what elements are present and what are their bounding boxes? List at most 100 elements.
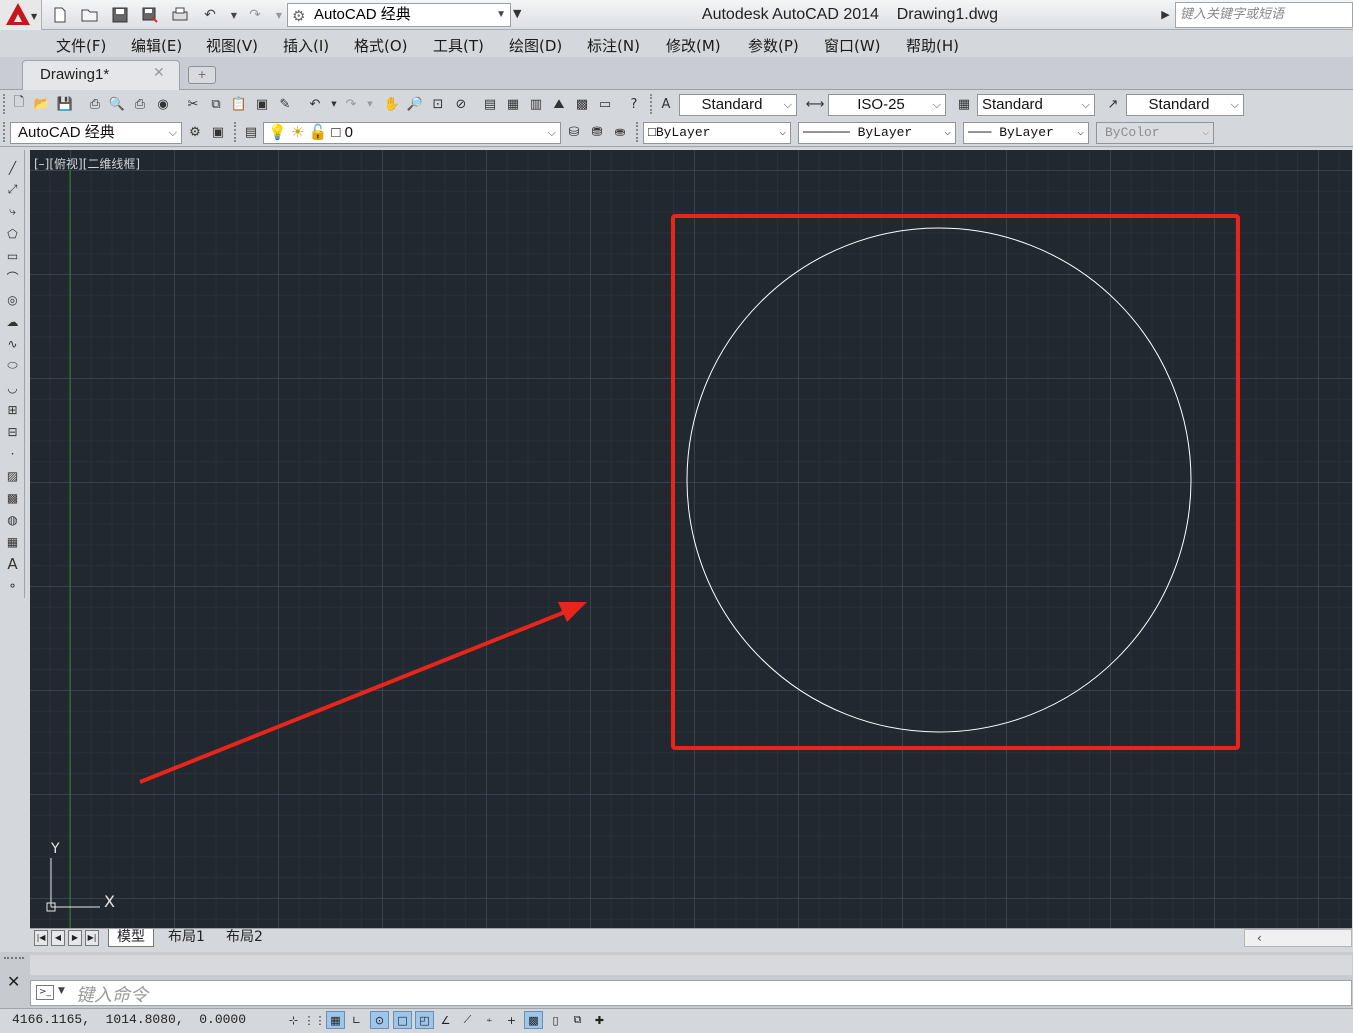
selection-cycling-icon[interactable]: ⧉ [568, 1011, 587, 1029]
line-icon[interactable]: ╱ [3, 158, 22, 177]
object-snap-tracking-icon[interactable]: ∠ [436, 1011, 455, 1029]
ortho-mode-icon[interactable]: ∟ [347, 1011, 366, 1029]
grid-display-icon[interactable]: ▦ [326, 1011, 345, 1029]
dynamic-ucs-icon[interactable]: ⟋ [458, 1011, 477, 1029]
layer-previous-icon[interactable]: ⛃ [588, 123, 606, 141]
zoom-window-icon[interactable]: ⊡ [429, 95, 447, 113]
polar-tracking-icon[interactable]: ⊙ [370, 1011, 389, 1029]
lineweight-display-icon[interactable]: + [502, 1011, 521, 1029]
close-icon[interactable]: ✕ [153, 65, 165, 81]
3d-object-snap-icon[interactable]: ◰ [415, 1011, 434, 1029]
save-icon[interactable]: 💾 [56, 95, 74, 113]
menu-draw[interactable]: 绘图(D) [509, 35, 562, 56]
copy-icon[interactable]: ⧉ [207, 95, 225, 113]
circle-icon[interactable]: ◎ [3, 290, 22, 309]
menu-insert[interactable]: 插入(I) [283, 35, 329, 56]
menu-tools[interactable]: 工具(T) [433, 35, 484, 56]
spline-icon[interactable]: ∿ [3, 334, 22, 353]
revision-cloud-icon[interactable]: ☁ [3, 312, 22, 331]
menu-edit[interactable]: 编辑(E) [131, 35, 182, 56]
chevron-down-icon[interactable]: ▼ [224, 5, 244, 25]
customize-quick-access-icon[interactable]: ▼ [513, 7, 521, 20]
new-icon[interactable] [50, 5, 70, 25]
hatch-icon[interactable]: ▨ [3, 466, 22, 485]
workspace-dropdown-toolbar[interactable]: AutoCAD 经典 ⌵ [10, 122, 182, 144]
point-icon[interactable]: · [3, 444, 22, 463]
layer-dropdown[interactable]: 💡 ☀ 🔓 □ 0 ⌵ [263, 122, 561, 144]
properties-icon[interactable]: ▤ [481, 95, 499, 113]
new-tab-button[interactable]: + [188, 66, 216, 84]
transparency-icon[interactable]: ▩ [524, 1011, 543, 1029]
ellipse-icon[interactable]: ⬭ [3, 356, 22, 375]
insert-block-icon[interactable]: ⊞ [3, 400, 22, 419]
region-icon[interactable]: ◍ [3, 510, 22, 529]
ellipse-arc-icon[interactable]: ◡ [3, 378, 22, 397]
undo-icon[interactable]: ↶ [200, 5, 220, 25]
color-dropdown[interactable]: □ByLayer ⌵ [643, 122, 791, 144]
rectangle-icon[interactable]: ▭ [3, 246, 22, 265]
menu-modify[interactable]: 修改(M) [666, 35, 721, 56]
cut-icon[interactable]: ✂ [184, 95, 202, 113]
calculator-icon[interactable]: ▭ [596, 95, 614, 113]
command-input[interactable]: 键入命令 [76, 981, 148, 1007]
text-style-icon[interactable]: A [657, 95, 675, 113]
infer-constraints-icon[interactable]: ⊹ [284, 1011, 303, 1029]
workspace-settings-icon[interactable]: ⚙ [186, 123, 204, 141]
search-expand-icon[interactable]: ▶ [1158, 2, 1173, 28]
new-icon[interactable]: 🗋 [10, 95, 28, 113]
pan-icon[interactable]: ✋ [383, 95, 401, 113]
3d-dwf-icon[interactable]: ◉ [154, 95, 172, 113]
open-icon[interactable]: 📂 [33, 95, 51, 113]
design-center-icon[interactable]: ▦ [504, 95, 522, 113]
multileader-style-icon[interactable]: ↗ [1104, 95, 1122, 113]
close-icon[interactable]: ✕ [7, 972, 20, 991]
chevron-down-icon[interactable]: ▼ [361, 95, 379, 113]
lineweight-dropdown[interactable]: ─── ByLayer ⌵ [963, 122, 1089, 144]
table-icon[interactable]: ▦ [3, 532, 22, 551]
add-selected-icon[interactable]: ⚬ [3, 576, 22, 595]
markup-icon[interactable]: ▩ [573, 95, 591, 113]
chevron-down-icon[interactable]: ▼ [58, 986, 65, 996]
workspace-dropdown[interactable]: ⚙ AutoCAD 经典 ▼ [287, 3, 511, 27]
paste-icon[interactable]: 📋 [230, 95, 248, 113]
redo-icon[interactable]: ↷ [342, 95, 360, 113]
zoom-realtime-icon[interactable]: 🔎 [406, 95, 424, 113]
last-layout-icon[interactable]: ▶| [85, 930, 99, 946]
chevron-down-icon[interactable]: ▼ [269, 5, 289, 25]
sheet-set-icon[interactable]: ⛰ [550, 95, 568, 113]
tab-layout2[interactable]: 布局2 [218, 929, 271, 947]
multileader-style-dropdown[interactable]: Standard ⌵ [1126, 94, 1244, 116]
arc-icon[interactable]: ⌒ [3, 268, 22, 287]
multiline-text-icon[interactable]: A [3, 554, 22, 573]
layer-states-icon[interactable]: ⛂ [611, 123, 629, 141]
quick-properties-icon[interactable]: ▯ [546, 1011, 565, 1029]
tab-model[interactable]: 模型 [108, 929, 154, 947]
gradient-icon[interactable]: ▩ [3, 488, 22, 507]
coordinate-readout[interactable]: 4166.1165, 1014.8080, 0.0000 [12, 1012, 246, 1027]
snap-mode-icon[interactable]: ⋮⋮ [304, 1011, 326, 1029]
search-input[interactable]: 键入关键字或短语 [1175, 2, 1353, 28]
make-current-layer-icon[interactable]: ⛁ [565, 123, 583, 141]
zoom-previous-icon[interactable]: ⊘ [452, 95, 470, 113]
plot-icon[interactable]: ⎙ [86, 95, 104, 113]
match-properties-icon[interactable]: ▣ [253, 95, 271, 113]
application-menu-button[interactable]: ▼ [0, 0, 42, 30]
dim-style-dropdown[interactable]: ISO-25 ⌵ [828, 94, 946, 116]
help-icon[interactable]: ? [625, 95, 643, 113]
menu-parametric[interactable]: 参数(P) [748, 35, 799, 56]
menu-file[interactable]: 文件(F) [56, 35, 106, 56]
dim-style-icon[interactable]: ⟷ [806, 95, 825, 113]
make-block-icon[interactable]: ⊟ [3, 422, 22, 441]
plot-preview-icon[interactable]: 🔍 [108, 95, 126, 113]
menu-help[interactable]: 帮助(H) [906, 35, 959, 56]
next-layout-icon[interactable]: ▶ [68, 930, 82, 946]
annotation-monitor-icon[interactable]: ✚ [590, 1011, 609, 1029]
menu-window[interactable]: 窗口(W) [824, 35, 881, 56]
command-prompt-icon[interactable]: >_ [36, 985, 54, 1000]
table-style-dropdown[interactable]: Standard ⌵ [977, 94, 1095, 116]
object-snap-icon[interactable]: □ [393, 1011, 412, 1029]
previous-layout-icon[interactable]: ◀ [51, 930, 65, 946]
layer-manager-icon[interactable]: ▤ [242, 123, 260, 141]
table-style-icon[interactable]: ▦ [955, 95, 973, 113]
polyline-icon[interactable]: ⤷ [3, 202, 22, 221]
